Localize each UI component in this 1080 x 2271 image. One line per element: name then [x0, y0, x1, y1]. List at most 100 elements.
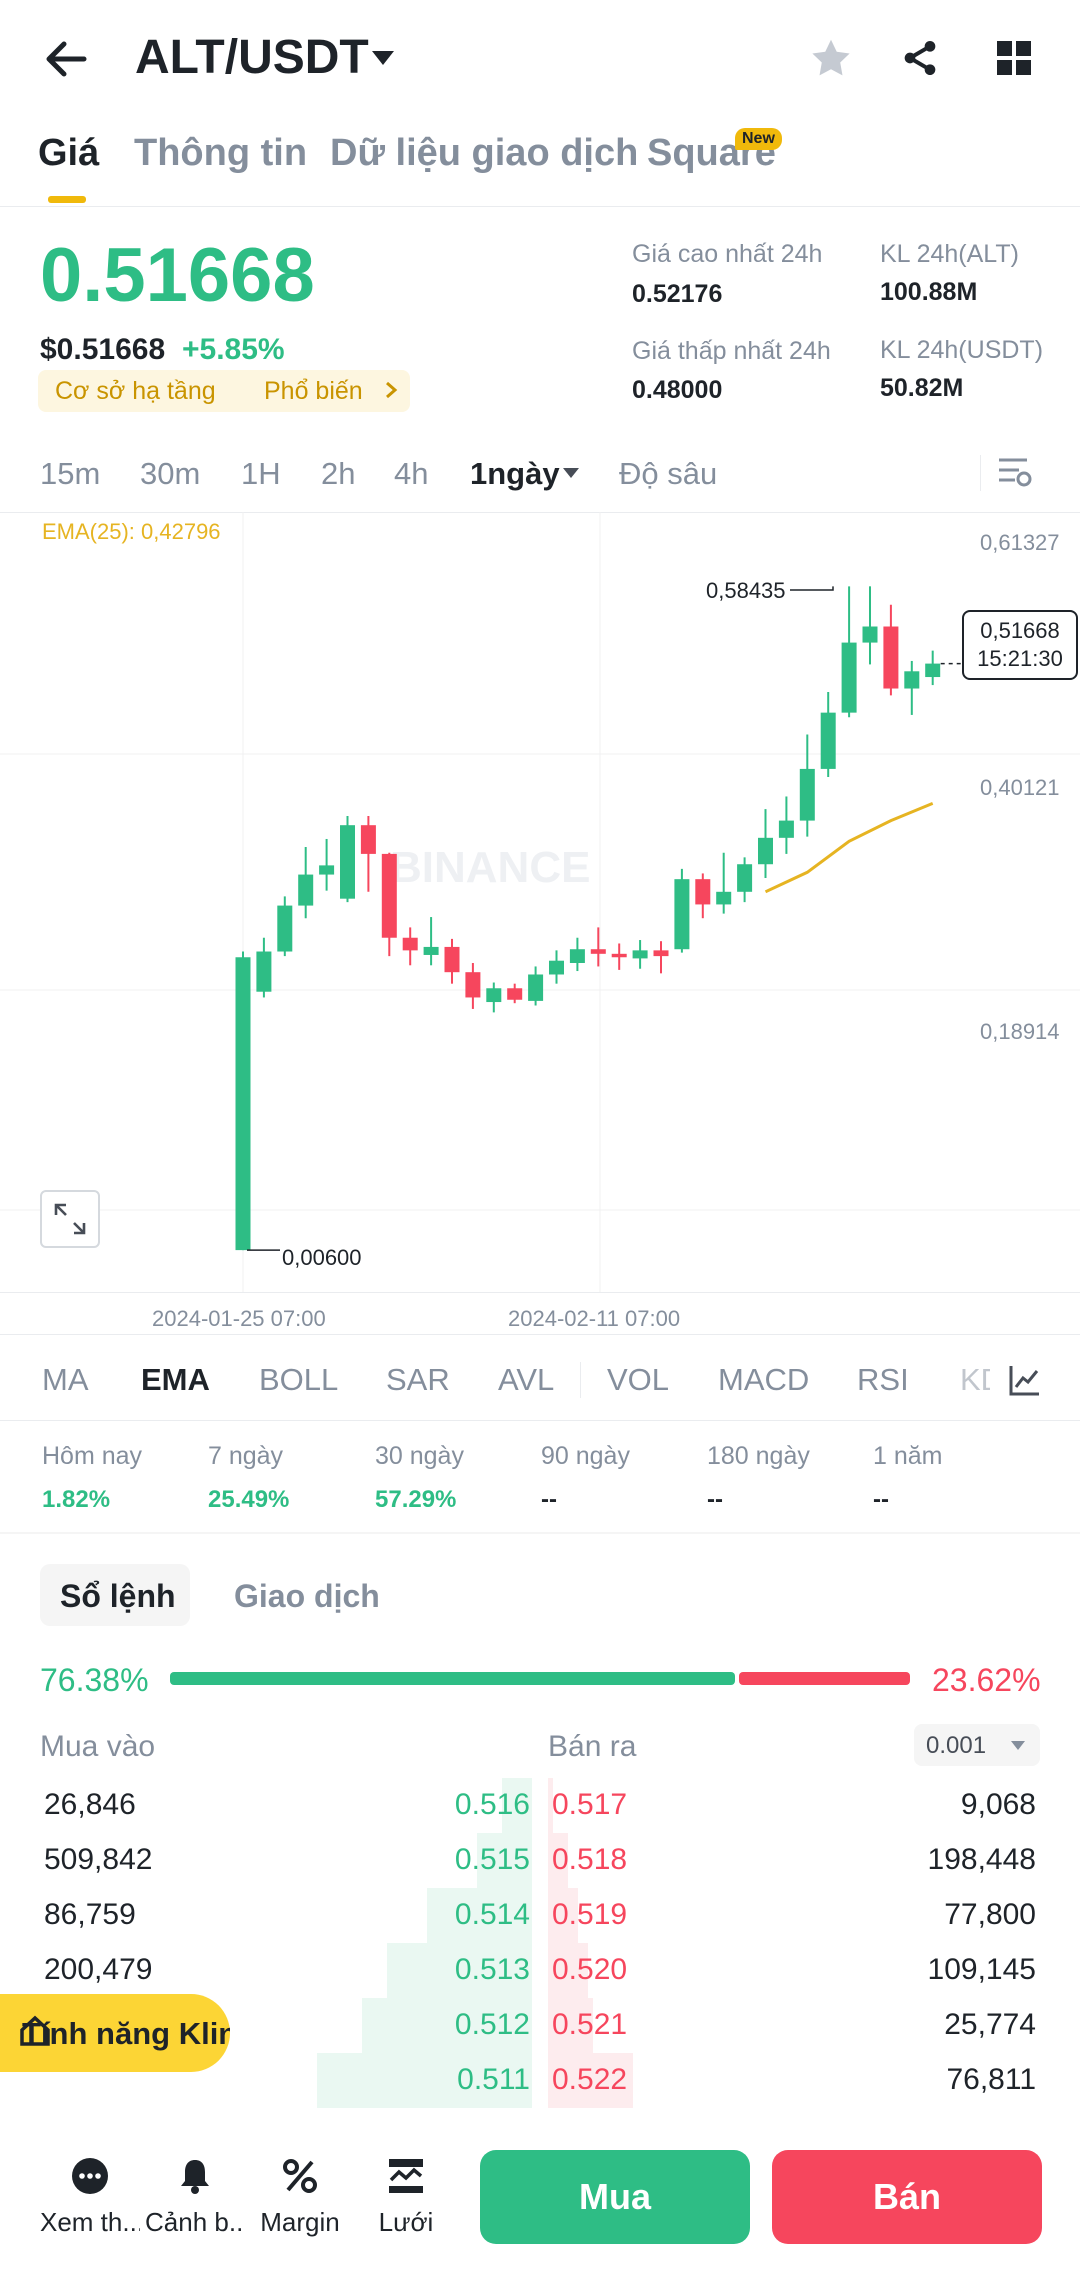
divider [0, 206, 1080, 207]
chart-settings-icon[interactable] [997, 456, 1033, 495]
interval-4h[interactable]: 4h [394, 456, 428, 492]
interval-1d[interactable]: 1ngày [470, 456, 560, 492]
interval-depth[interactable]: Độ sâu [619, 456, 717, 492]
pair-dropdown-icon[interactable] [368, 46, 398, 70]
candle [507, 983, 523, 1004]
candle [820, 691, 836, 777]
candlestick-chart[interactable]: BINANCE [0, 512, 1080, 1292]
candle-body [549, 960, 564, 975]
orderbook-row[interactable]: 509,842 0.515 0.518 198,448 [0, 1833, 1080, 1888]
indicator-ema[interactable]: EMA [141, 1362, 210, 1398]
tag-popular[interactable]: Phổ biến [264, 377, 363, 406]
high-24h-label: Giá cao nhất 24h [632, 240, 823, 268]
chart-edit-icon [1009, 1366, 1039, 1396]
candle [465, 963, 481, 1009]
indicator-ma[interactable]: MA [42, 1362, 89, 1398]
candle-body [319, 865, 335, 875]
interval-1h[interactable]: 1H [241, 456, 281, 492]
fullscreen-button[interactable] [40, 1190, 100, 1248]
interval-30m[interactable]: 30m [140, 456, 200, 492]
bid-header: Mua vào [40, 1730, 156, 1763]
candle [695, 873, 711, 919]
perf-90d-value: -- [541, 1486, 557, 1513]
indicator-rsi[interactable]: RSI [857, 1362, 909, 1398]
tab-info[interactable]: Thông tin [134, 132, 307, 175]
candle [841, 586, 857, 718]
indicator-boll[interactable]: BOLL [259, 1362, 338, 1398]
bid-quantity: 86,759 [44, 1898, 136, 1931]
tab-trading-data[interactable]: Dữ liệu giao dịch [330, 132, 638, 175]
candle-body [716, 891, 732, 905]
candle [758, 809, 773, 879]
candle-body [528, 974, 544, 1001]
tab-orderbook[interactable]: Sổ lệnh [60, 1578, 176, 1615]
margin-button[interactable]: Margin [250, 2156, 350, 2238]
ask-price: 0.517 [552, 1788, 628, 1821]
ask-price: 0.522 [552, 2063, 628, 2096]
back-arrow-icon[interactable] [40, 36, 92, 82]
indicator-settings-button[interactable] [990, 1356, 1060, 1404]
indicator-vol[interactable]: VOL [607, 1362, 669, 1398]
favorite-star-icon[interactable] [807, 34, 855, 82]
interval-2h[interactable]: 2h [321, 456, 355, 492]
divider [980, 455, 981, 491]
tag-infrastructure[interactable]: Cơ sở hạ tầng [55, 377, 216, 406]
candle [256, 937, 272, 998]
precision-value: 0.001 [926, 1732, 987, 1759]
ask-price: 0.521 [552, 2008, 628, 2041]
candle [528, 966, 544, 1006]
candle-body [381, 853, 397, 938]
indicator-macd[interactable]: MACD [718, 1362, 809, 1398]
bid-price: 0.514 [454, 1898, 530, 1931]
interval-15m[interactable]: 15m [40, 456, 100, 492]
buy-ratio-bar [170, 1672, 735, 1685]
divider [0, 1334, 1080, 1335]
sell-percent: 23.62% [932, 1662, 1041, 1698]
candle [569, 937, 585, 972]
perf-1y-value: -- [873, 1486, 889, 1513]
sell-button[interactable]: Bán [772, 2150, 1042, 2244]
candle-body [465, 972, 481, 998]
grid-menu-icon[interactable] [992, 36, 1036, 80]
buy-button[interactable]: Mua [480, 2150, 750, 2244]
perf-180d-label: 180 ngày [707, 1442, 810, 1470]
watermark: BINANCE [390, 843, 590, 892]
candle-body [653, 950, 669, 957]
more-label: Xem th... [40, 2207, 140, 2237]
ema-label: EMA(25): 0,42796 [42, 519, 221, 544]
candle [444, 938, 460, 984]
feature-tag-label[interactable]: Tính năng Klin [22, 2016, 230, 2052]
indicator-avl[interactable]: AVL [498, 1362, 554, 1398]
bid-price: 0.515 [454, 1843, 530, 1876]
orderbook-row[interactable]: 26,846 0.516 0.517 9,068 [0, 1778, 1080, 1833]
interval-dropdown-icon[interactable] [562, 466, 580, 484]
orderbook-row[interactable]: 200,479 0.513 0.520 109,145 [0, 1943, 1080, 1998]
share-icon[interactable] [896, 34, 944, 82]
alert-button[interactable]: Cảnh b... [145, 2156, 245, 2238]
candle [737, 857, 753, 903]
buy-percent: 76.38% [40, 1662, 149, 1698]
ask-quantity: 109,145 [927, 1953, 1036, 1986]
vol-usdt-label: KL 24h(USDT) [880, 336, 1044, 364]
precision-select[interactable]: 0.001 [914, 1724, 1040, 1766]
pair-title[interactable]: ALT/USDT [135, 30, 369, 85]
high-marker-line [790, 586, 834, 591]
tab-price[interactable]: Giá [38, 132, 99, 175]
candle-body [799, 768, 815, 821]
bid-price: 0.511 [457, 2063, 530, 2096]
chevron-right-icon [384, 380, 398, 405]
tab-trades[interactable]: Giao dịch [234, 1578, 380, 1615]
bid-quantity: 509,842 [44, 1843, 153, 1876]
low-24h-value: 0.48000 [632, 376, 723, 404]
grid-button[interactable]: Lưới [356, 2156, 456, 2238]
candle-body [486, 988, 502, 1003]
orderbook-row[interactable]: 86,759 0.514 0.519 77,800 [0, 1888, 1080, 1943]
indicator-sar[interactable]: SAR [386, 1362, 450, 1398]
bell-icon [181, 2160, 209, 2194]
chart-svg[interactable]: BINANCE [0, 512, 1080, 1292]
candle-body [925, 663, 941, 678]
candle [360, 816, 376, 892]
ask-quantity: 25,774 [944, 2008, 1036, 2041]
bid-price: 0.512 [454, 2008, 530, 2041]
more-button[interactable]: Xem th... [40, 2156, 140, 2238]
